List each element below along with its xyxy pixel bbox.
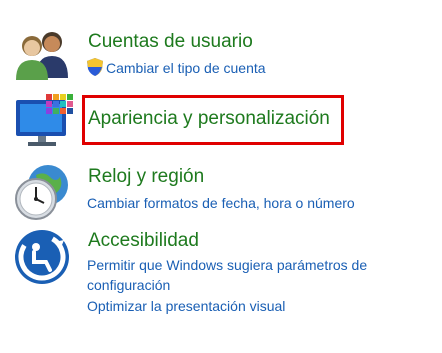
link-optimize-visual-display[interactable]: Optimizar la presentación visual	[87, 298, 285, 314]
link-windows-suggest-settings[interactable]: Permitir que Windows sugiera parámetros …	[87, 255, 407, 295]
users-icon[interactable]	[12, 28, 74, 85]
uac-shield-icon	[86, 57, 104, 82]
link-change-account-type[interactable]: Cambiar el tipo de cuenta	[106, 60, 266, 76]
category-title-accessibility[interactable]: Accesibilidad	[88, 230, 199, 252]
clock-globe-icon[interactable]	[10, 163, 72, 228]
highlight-box	[82, 95, 344, 145]
category-title-clock-region[interactable]: Reloj y región	[88, 166, 204, 188]
category-title-user-accounts[interactable]: Cuentas de usuario	[88, 31, 253, 53]
link-change-date-formats[interactable]: Cambiar formatos de fecha, hora o número	[87, 195, 355, 211]
monitor-palette-icon[interactable]	[14, 92, 76, 153]
accessibility-icon[interactable]	[14, 228, 72, 291]
